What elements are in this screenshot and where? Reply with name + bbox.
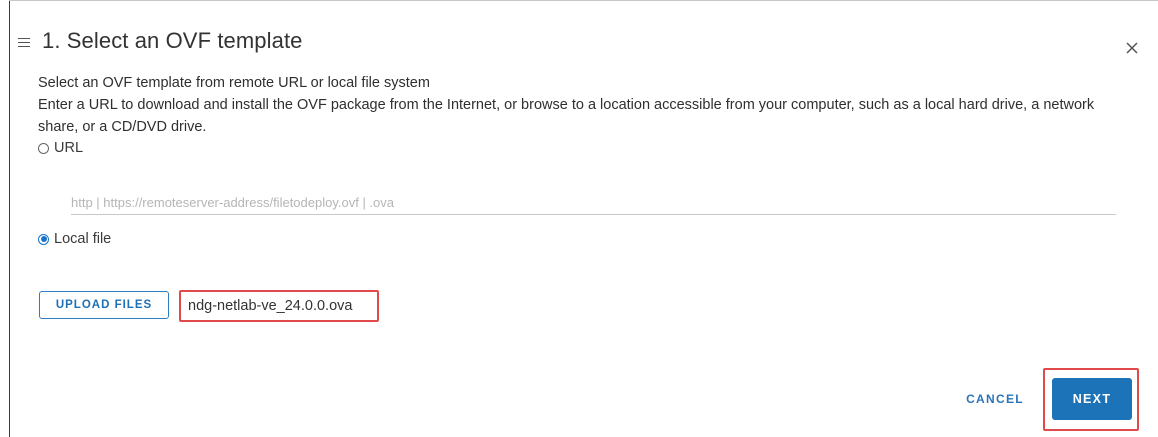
next-button[interactable]: NEXT	[1052, 378, 1132, 420]
upload-files-button[interactable]: UPLOAD FILES	[39, 291, 169, 319]
dialog-header: 1. Select an OVF template	[18, 28, 303, 54]
page-title: 1. Select an OVF template	[42, 28, 303, 53]
local-file-option-label: Local file	[54, 231, 112, 247]
dialog-top-border	[9, 0, 1158, 1]
url-radio[interactable]	[38, 142, 49, 154]
local-file-radio[interactable]	[38, 233, 49, 245]
selected-file-name: ndg-netlab-ve_24.0.0.ova	[179, 290, 379, 322]
subtitle: Select an OVF template from remote URL o…	[38, 75, 430, 91]
dialog-left-border	[9, 0, 10, 437]
url-input[interactable]	[71, 190, 1116, 215]
url-option-label: URL	[54, 140, 84, 156]
cancel-button[interactable]: CANCEL	[950, 383, 1040, 415]
local-file-option[interactable]: Local file	[38, 231, 1138, 247]
url-option[interactable]: URL	[38, 140, 1138, 156]
close-icon[interactable]	[1124, 40, 1140, 56]
description: Enter a URL to download and install the …	[38, 97, 1095, 135]
hamburger-icon[interactable]	[18, 37, 30, 48]
dialog-body: Select an OVF template from remote URL o…	[38, 72, 1138, 247]
